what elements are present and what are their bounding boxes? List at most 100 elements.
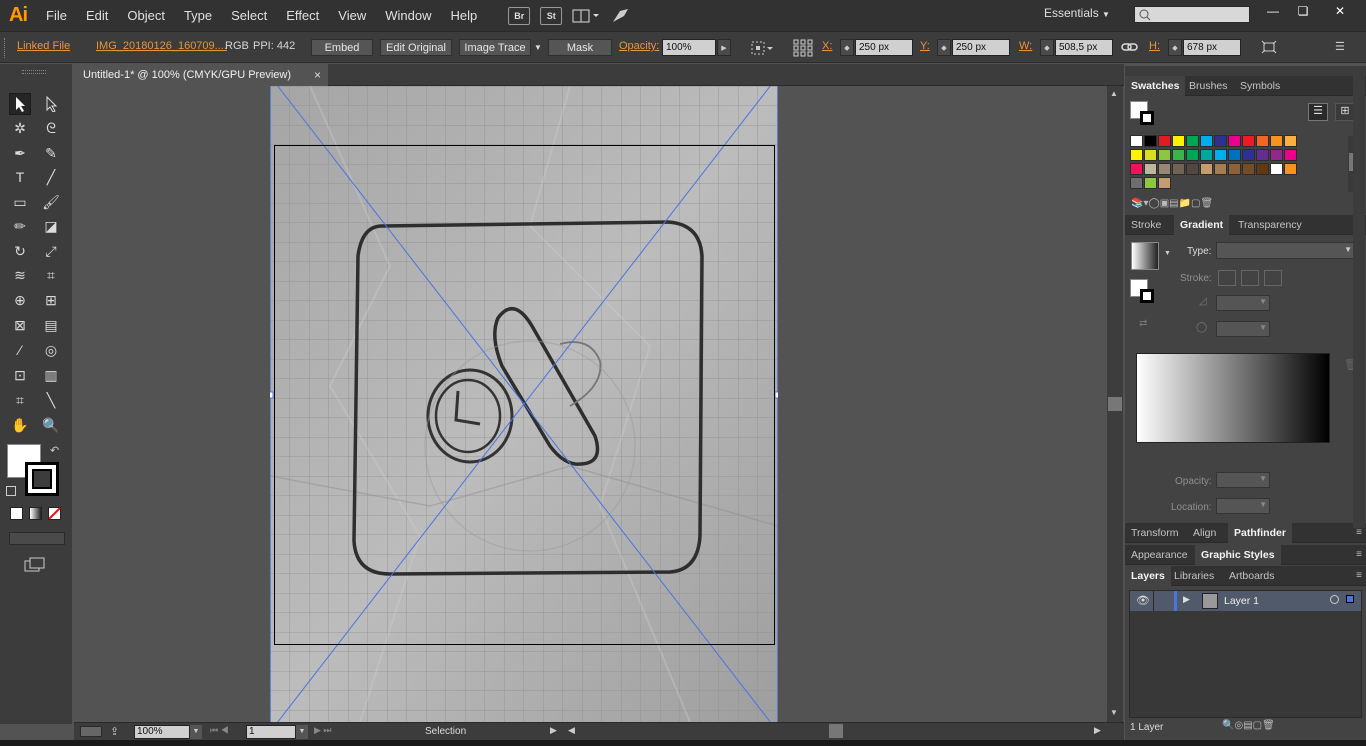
first-artboard-icon[interactable]: ⏮ ◀: [210, 725, 229, 736]
chevron-right-icon[interactable]: ▶: [717, 39, 731, 56]
chevron-down-icon[interactable]: ▼: [534, 43, 542, 52]
vertical-scrollbar[interactable]: ▲ ▼: [1107, 86, 1123, 722]
width-tool-icon[interactable]: ≋: [9, 264, 31, 286]
gradient-type-select[interactable]: ▼: [1216, 242, 1357, 259]
restore-button[interactable]: ❏: [1289, 2, 1317, 20]
tab-artboards[interactable]: Artboards: [1223, 566, 1281, 586]
artboard-tool-icon[interactable]: ⌗: [9, 389, 31, 411]
w-field[interactable]: 508,5 px: [1055, 39, 1113, 56]
opacity-field[interactable]: 100%: [662, 39, 716, 56]
panel-menu-icon[interactable]: ≡: [1356, 570, 1362, 581]
color-swatch[interactable]: [1284, 149, 1297, 161]
rectangle-tool-icon[interactable]: ▭: [9, 191, 31, 213]
menu-window[interactable]: Window: [375, 0, 440, 31]
color-swatch[interactable]: [1144, 149, 1157, 161]
minimize-button[interactable]: —: [1259, 2, 1287, 20]
color-swatch[interactable]: [1186, 135, 1199, 147]
direct-selection-tool-icon[interactable]: [40, 93, 62, 115]
artboard-number-field[interactable]: 1: [246, 725, 296, 739]
eraser-tool-icon[interactable]: ◪: [40, 215, 62, 237]
tab-graphic-styles[interactable]: Graphic Styles: [1195, 545, 1281, 565]
color-swatch[interactable]: [1284, 135, 1297, 147]
color-mode-icon[interactable]: [10, 507, 23, 520]
color-swatch[interactable]: [1200, 149, 1213, 161]
color-swatch[interactable]: [1172, 163, 1185, 175]
gradient-preview[interactable]: [1131, 242, 1159, 270]
menu-select[interactable]: Select: [221, 0, 276, 31]
tab-layers[interactable]: Layers: [1125, 566, 1171, 586]
horizontal-scroll-thumb[interactable]: [829, 724, 843, 738]
color-swatch[interactable]: [1172, 135, 1185, 147]
color-swatch[interactable]: [1186, 149, 1199, 161]
tab-appearance[interactable]: Appearance: [1125, 545, 1194, 565]
scroll-left-icon[interactable]: ◀: [568, 725, 575, 736]
tab-swatches[interactable]: Swatches: [1125, 76, 1186, 96]
panel-menu-icon[interactable]: ≡: [1356, 527, 1362, 538]
color-swatch[interactable]: [1228, 163, 1241, 175]
linked-file-link[interactable]: Linked File: [17, 40, 70, 52]
color-swatch[interactable]: [1172, 149, 1185, 161]
menu-view[interactable]: View: [328, 0, 375, 31]
selection-tool-icon[interactable]: [9, 93, 31, 115]
color-swatch[interactable]: [1200, 163, 1213, 175]
color-swatch[interactable]: [1214, 163, 1227, 175]
stepper-icon[interactable]: ◆: [937, 39, 951, 56]
gradient-slider[interactable]: [1136, 353, 1330, 443]
y-label[interactable]: Y:: [920, 40, 930, 52]
transform-grid-icon[interactable]: [793, 39, 813, 60]
menu-file[interactable]: File: [36, 0, 76, 31]
search-input[interactable]: [1134, 6, 1250, 23]
gradient-location-field[interactable]: ▼: [1216, 498, 1270, 514]
delete-layer-icon[interactable]: 🗑: [1262, 720, 1275, 731]
color-swatch[interactable]: [1242, 135, 1255, 147]
close-tab-icon[interactable]: ×: [314, 68, 321, 82]
eyedropper-tool-icon[interactable]: ⁄: [9, 339, 31, 361]
blend-tool-icon[interactable]: ◎: [40, 339, 62, 361]
x-label[interactable]: X:: [822, 40, 832, 52]
stroke-color-swatch[interactable]: [25, 462, 59, 496]
chevron-down-icon[interactable]: ▼: [1164, 250, 1171, 257]
color-swatch[interactable]: [1158, 135, 1171, 147]
new-group-icon[interactable]: 📁: [1179, 198, 1191, 209]
mask-button[interactable]: Mask: [548, 39, 612, 56]
stroke-within-icon[interactable]: [1218, 270, 1236, 286]
panel-menu-icon[interactable]: ≡: [1356, 549, 1362, 560]
line-segment-tool-icon[interactable]: ╱: [40, 166, 62, 188]
menu-edit[interactable]: Edit: [76, 0, 117, 31]
color-swatch[interactable]: [1270, 149, 1283, 161]
menu-effect[interactable]: Effect: [276, 0, 328, 31]
slice-tool-icon[interactable]: ╲: [40, 389, 62, 411]
color-swatch[interactable]: [1242, 149, 1255, 161]
list-view-icon[interactable]: ☰: [1308, 103, 1328, 121]
lasso-tool-icon[interactable]: ᘓ: [40, 117, 62, 139]
new-sublayer-icon[interactable]: ▤: [1243, 720, 1252, 731]
filename-link[interactable]: IMG_20180126_160709....: [96, 40, 227, 52]
scroll-right-icon[interactable]: ▶: [1094, 725, 1101, 736]
tab-transparency[interactable]: Transparency: [1232, 215, 1308, 235]
close-window-button[interactable]: ✕: [1326, 2, 1354, 20]
type-tool-icon[interactable]: T: [9, 166, 31, 188]
y-field[interactable]: 250 px: [952, 39, 1010, 56]
target-icon[interactable]: [1330, 595, 1339, 604]
swatch-libraries-icon[interactable]: 📚: [1131, 198, 1143, 209]
color-swatch[interactable]: [1144, 177, 1157, 189]
arrange-documents-icon[interactable]: [572, 7, 600, 25]
angle-field[interactable]: ▼: [1216, 295, 1270, 311]
perspective-grid-tool-icon[interactable]: ⊞: [40, 289, 62, 311]
color-swatch[interactable]: [1270, 163, 1283, 175]
grid-view-icon[interactable]: ⊞: [1335, 103, 1355, 121]
selection-indicator[interactable]: [1346, 595, 1354, 603]
color-group-icon[interactable]: ▣: [1160, 198, 1169, 209]
layer-row[interactable]: 👁 ▶ Layer 1: [1130, 591, 1361, 611]
screen-mode-icon[interactable]: [24, 557, 46, 576]
symbol-sprayer-tool-icon[interactable]: ⊡: [9, 364, 31, 386]
workspace-switcher[interactable]: Essentials ▼: [1044, 6, 1110, 20]
scroll-up-icon[interactable]: ▲: [1110, 89, 1118, 98]
pencil-tool-icon[interactable]: ✏: [9, 215, 31, 237]
pen-tool-icon[interactable]: ✒: [9, 142, 31, 164]
color-swatch[interactable]: [1214, 149, 1227, 161]
tab-symbols[interactable]: Symbols: [1234, 76, 1286, 96]
locate-object-icon[interactable]: 🔍: [1222, 720, 1234, 731]
stroke-across-icon[interactable]: [1264, 270, 1282, 286]
embed-button[interactable]: Embed: [311, 39, 373, 56]
